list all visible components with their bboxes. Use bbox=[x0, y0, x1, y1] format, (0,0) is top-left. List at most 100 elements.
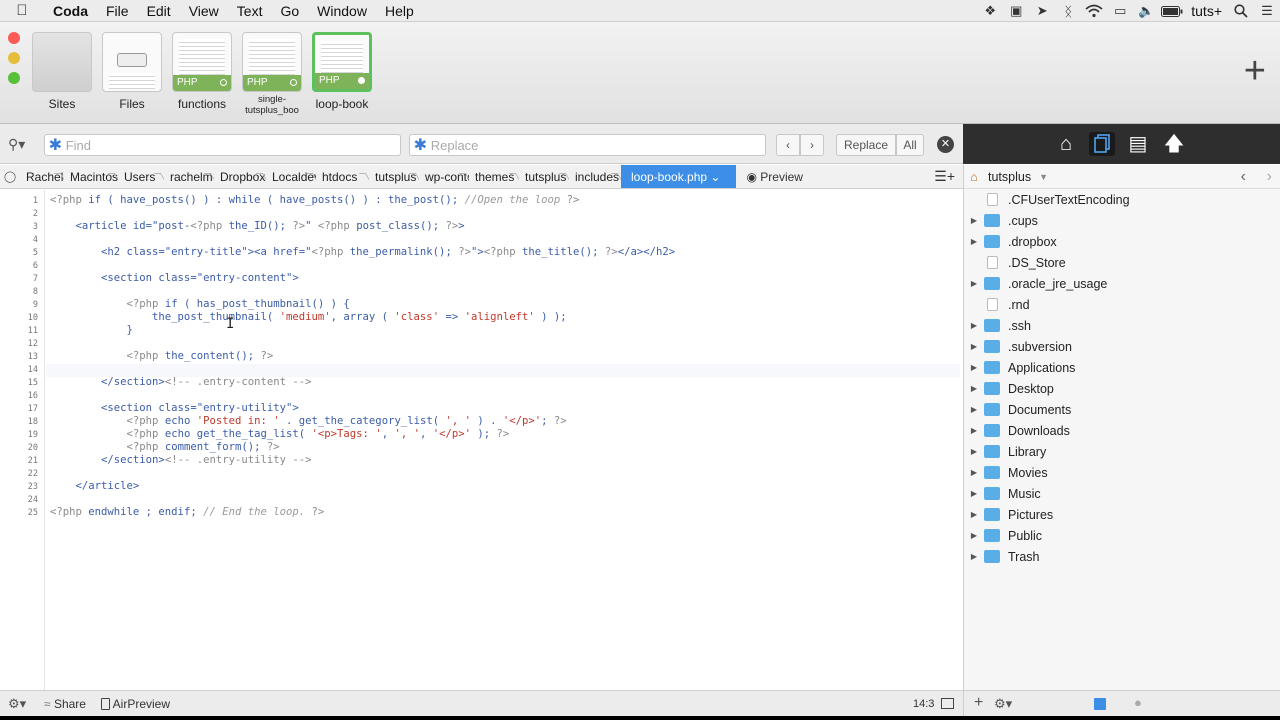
find-next-button[interactable]: › bbox=[800, 134, 824, 156]
preview-button[interactable]: ◉ Preview bbox=[736, 170, 803, 184]
menu-app[interactable]: Coda bbox=[44, 0, 97, 22]
replace-button[interactable]: Replace bbox=[836, 134, 896, 156]
file-item[interactable]: ▶ .oracle_jre_usage bbox=[964, 273, 1280, 294]
site-sites[interactable]: Sites bbox=[32, 32, 92, 111]
location-icon[interactable]: ➤ bbox=[1029, 0, 1055, 22]
file-item[interactable]: .CFUserTextEncoding bbox=[964, 189, 1280, 210]
code-line[interactable]: <article id="post-<?php the_ID(); ?>" <?… bbox=[50, 220, 465, 233]
disclosure-triangle-icon[interactable]: ▶ bbox=[964, 489, 984, 498]
screen-record-icon[interactable]: ▣ bbox=[1003, 0, 1029, 22]
path-item[interactable]: Localdev bbox=[266, 170, 316, 184]
minimize-window-icon[interactable] bbox=[8, 52, 20, 64]
find-field[interactable]: ✱ bbox=[44, 134, 401, 156]
path-item[interactable]: rachelm bbox=[164, 170, 214, 184]
code-line[interactable]: <section class="entry-utility"> bbox=[50, 402, 299, 415]
search-options-icon[interactable]: ⚲▾ bbox=[8, 136, 25, 153]
regex-icon[interactable]: ✱ bbox=[410, 135, 431, 155]
path-item[interactable]: Dropbox bbox=[214, 170, 266, 184]
menu-user[interactable]: tuts+ bbox=[1185, 3, 1228, 19]
search-icon[interactable] bbox=[1228, 0, 1254, 22]
disclosure-triangle-icon[interactable]: ▶ bbox=[964, 552, 984, 561]
path-item[interactable]: themes bbox=[469, 170, 519, 184]
local-files-icon[interactable] bbox=[1094, 698, 1106, 710]
disclosure-triangle-icon[interactable]: ▶ bbox=[964, 342, 984, 351]
code-line[interactable]: <?php the_content(); ?> bbox=[50, 350, 274, 363]
disclosure-triangle-icon[interactable]: ▶ bbox=[964, 426, 984, 435]
file-item[interactable]: ▶ .cups bbox=[964, 210, 1280, 231]
site-single-tutsplus[interactable]: PHP single-tutsplus_boo bbox=[242, 32, 302, 116]
remote-files-icon[interactable]: ● bbox=[1134, 695, 1142, 710]
gear-icon[interactable]: ⚙▾ bbox=[8, 696, 26, 712]
close-find-icon[interactable]: ✕ bbox=[937, 136, 954, 153]
code-line[interactable]: <?php endwhile ; endif; // End the loop.… bbox=[50, 506, 324, 519]
cursor-position[interactable]: 14:3 bbox=[913, 698, 934, 710]
code-editor[interactable]: <?php if ( have_posts() ) : while ( have… bbox=[50, 190, 960, 690]
menu-help[interactable]: Help bbox=[376, 0, 423, 22]
disclosure-triangle-icon[interactable]: ▶ bbox=[964, 447, 984, 456]
file-item[interactable]: ▶ Desktop bbox=[964, 378, 1280, 399]
menu-window[interactable]: Window bbox=[308, 0, 376, 22]
file-item[interactable]: ▶ Library bbox=[964, 441, 1280, 462]
site-loop-book[interactable]: PHP loop-book bbox=[312, 32, 372, 111]
disclosure-triangle-icon[interactable]: ▶ bbox=[964, 405, 984, 414]
document-list-icon[interactable]: ▤ bbox=[1125, 132, 1151, 156]
files-icon[interactable] bbox=[1089, 132, 1115, 156]
volume-icon[interactable]: 🔈 bbox=[1133, 0, 1159, 22]
file-item[interactable]: ▶ .dropbox bbox=[964, 231, 1280, 252]
replace-field[interactable]: ✱ bbox=[409, 134, 766, 156]
file-item[interactable]: ▶ Movies bbox=[964, 462, 1280, 483]
path-item[interactable]: Rachel's bbox=[20, 170, 64, 184]
battery-icon[interactable] bbox=[1159, 0, 1185, 22]
file-item[interactable]: ▶ Applications bbox=[964, 357, 1280, 378]
code-line[interactable]: </section><!-- .entry-utility --> bbox=[50, 454, 312, 467]
replace-input[interactable] bbox=[430, 137, 765, 153]
add-split-icon[interactable]: ☰+ bbox=[934, 168, 955, 185]
disclosure-triangle-icon[interactable]: ▶ bbox=[964, 510, 984, 519]
disclosure-triangle-icon[interactable]: ▶ bbox=[964, 468, 984, 477]
share-button[interactable]: ≈ Share bbox=[44, 697, 86, 711]
gear-icon[interactable]: ⚙▾ bbox=[994, 696, 1012, 712]
wifi-icon[interactable] bbox=[1081, 0, 1107, 22]
menu-view[interactable]: View bbox=[180, 0, 228, 22]
zoom-window-icon[interactable] bbox=[8, 72, 20, 84]
home-icon[interactable]: ⌂ bbox=[1053, 132, 1079, 156]
close-window-icon[interactable] bbox=[8, 32, 20, 44]
add-file-icon[interactable]: + bbox=[974, 694, 983, 712]
site-functions[interactable]: PHP functions bbox=[172, 32, 232, 111]
dropbox-icon[interactable]: ❖ bbox=[977, 0, 1003, 22]
apple-icon[interactable]:  bbox=[0, 2, 44, 19]
file-item[interactable]: .DS_Store bbox=[964, 252, 1280, 273]
path-item[interactable]: Users bbox=[118, 170, 164, 184]
code-line[interactable]: <?php echo get_the_tag_list( '<p>Tags: '… bbox=[50, 428, 510, 441]
file-item[interactable]: ▶ Pictures bbox=[964, 504, 1280, 525]
menu-edit[interactable]: Edit bbox=[138, 0, 180, 22]
file-item[interactable]: ▶ Downloads bbox=[964, 420, 1280, 441]
file-item[interactable]: ▶ Documents bbox=[964, 399, 1280, 420]
disclosure-triangle-icon[interactable]: ▶ bbox=[964, 321, 984, 330]
disclosure-triangle-icon[interactable]: ▶ bbox=[964, 363, 984, 372]
file-item[interactable]: ▶ .subversion bbox=[964, 336, 1280, 357]
back-icon[interactable]: ‹ bbox=[1241, 168, 1246, 186]
active-file-tab[interactable]: loop-book.php ⌄ bbox=[621, 165, 737, 188]
replace-all-button[interactable]: All bbox=[896, 134, 924, 156]
file-item[interactable]: ▶ .ssh bbox=[964, 315, 1280, 336]
menu-text[interactable]: Text bbox=[228, 0, 272, 22]
path-item[interactable]: htdocs bbox=[316, 170, 369, 184]
find-input[interactable] bbox=[65, 137, 400, 153]
play-icon[interactable] bbox=[941, 698, 954, 709]
code-line[interactable]: <?php echo 'Posted in: ' . get_the_categ… bbox=[50, 415, 567, 428]
file-item[interactable]: ▶ Music bbox=[964, 483, 1280, 504]
file-item[interactable]: ▶ Trash bbox=[964, 546, 1280, 567]
code-line[interactable]: <section class="entry-content"> bbox=[50, 272, 299, 285]
disclosure-triangle-icon[interactable]: ▶ bbox=[964, 279, 984, 288]
code-line[interactable]: <?php comment_form(); ?> bbox=[50, 441, 280, 454]
menu-file[interactable]: File bbox=[97, 0, 138, 22]
airplay-icon[interactable]: ▭ bbox=[1107, 0, 1133, 22]
site-files[interactable]: Files bbox=[102, 32, 162, 111]
forward-icon[interactable]: › bbox=[1267, 168, 1272, 186]
path-item[interactable]: tutsplus bbox=[369, 170, 419, 184]
code-line[interactable]: <?php if ( has_post_thumbnail() ) { bbox=[50, 298, 350, 311]
find-previous-button[interactable]: ‹ bbox=[776, 134, 800, 156]
eye-icon[interactable]: ◯ bbox=[0, 170, 20, 183]
notification-list-icon[interactable]: ☰ bbox=[1254, 0, 1280, 22]
